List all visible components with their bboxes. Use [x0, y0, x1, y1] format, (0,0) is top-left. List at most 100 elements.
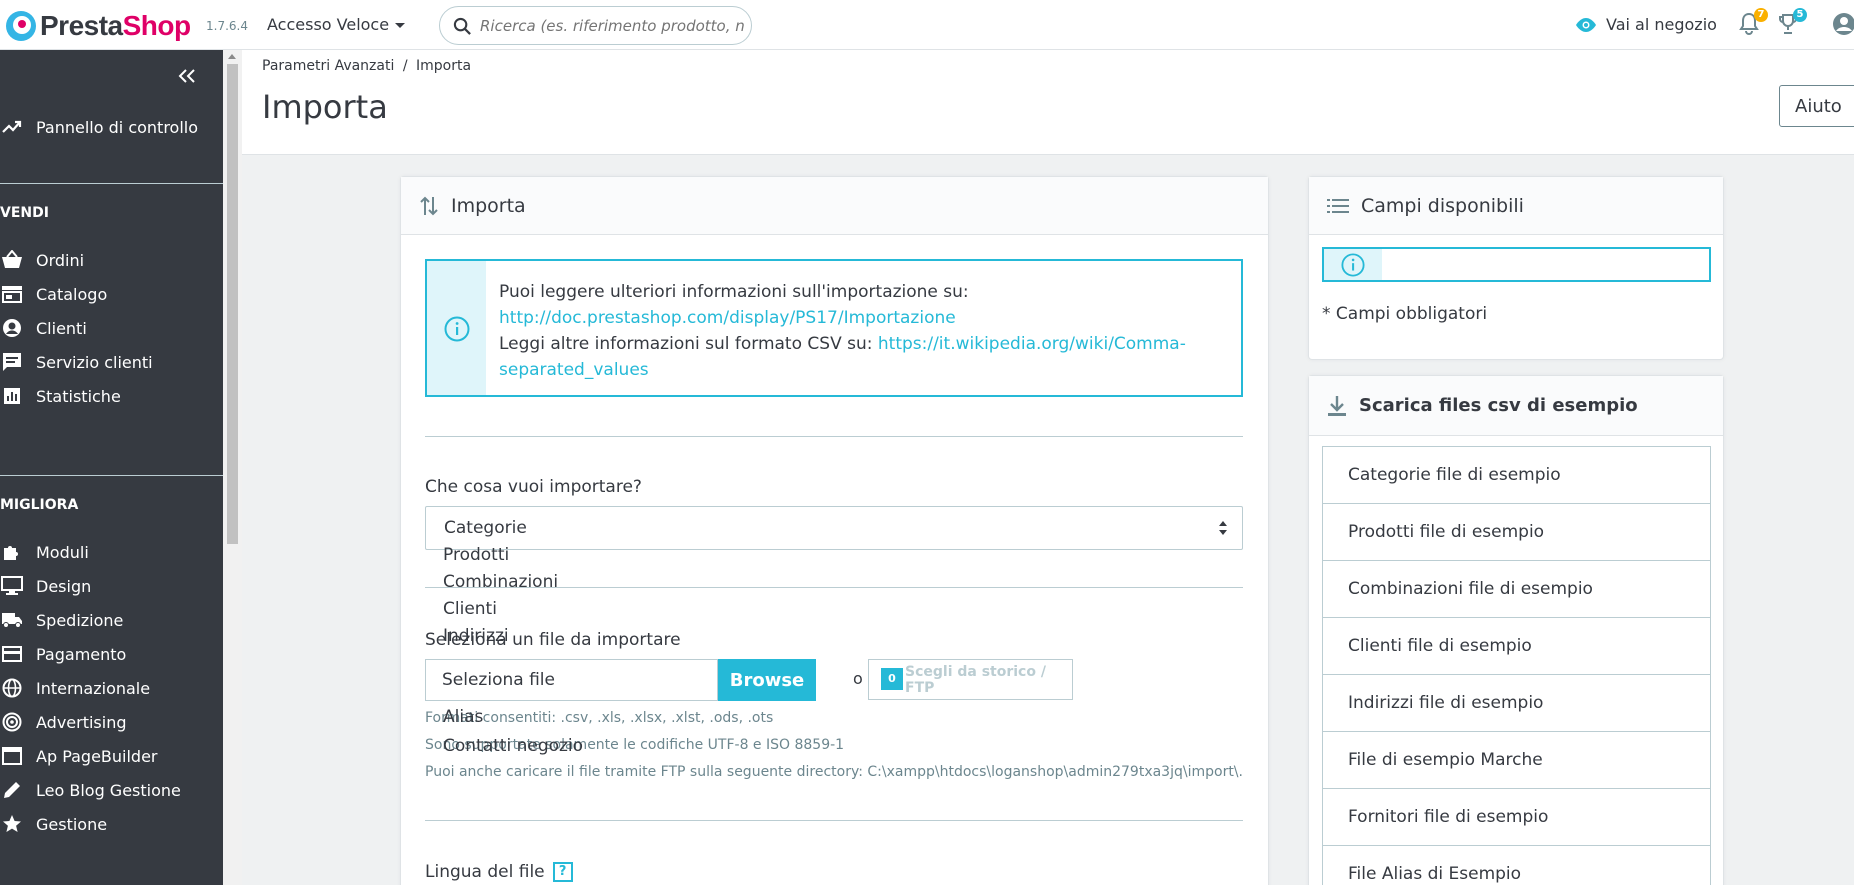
divider [425, 820, 1243, 821]
sample-file-addresses[interactable]: Indirizzi file di esempio [1322, 674, 1711, 732]
view-store-link[interactable]: Vai al negozio [1574, 15, 1717, 34]
view-store-label: Vai al negozio [1606, 15, 1717, 34]
employee-avatar[interactable] [1832, 12, 1854, 40]
notifications-button[interactable]: 7 [1738, 8, 1768, 40]
info-text-2: Leggi altre informazioni sul formato CSV… [499, 334, 873, 354]
history-button-label: Scegli da storico / FTP [905, 663, 1046, 696]
logo-text-presta: Presta [40, 10, 123, 41]
sidebar-item-label: Ordini [36, 250, 85, 270]
sample-files-header: Scarica files csv di esempio [1309, 376, 1723, 436]
sample-file-combinations[interactable]: Combinazioni file di esempio [1322, 560, 1711, 618]
star-icon [1, 813, 23, 835]
sidebar-item-label: Statistiche [36, 386, 121, 406]
download-icon [1328, 395, 1346, 416]
file-language-label-text: Lingua del file [425, 862, 545, 882]
info-text-1: Puoi leggere ulteriori informazioni sull… [499, 282, 969, 302]
sidebar-item-label: Leo Blog Gestione [36, 780, 181, 800]
file-select-label: Seleziona un file da importare [425, 630, 681, 650]
sidebar-item-label: Moduli [36, 542, 89, 562]
notification-count-badge: 7 [1754, 8, 1768, 22]
csv-wiki-link[interactable]: https://it.wikipedia.org/wiki/Comma- [878, 334, 1186, 354]
sidebar-item-label: Spedizione [36, 610, 124, 630]
prestashop-logo[interactable]: PrestaShop [6, 10, 191, 42]
sidebar-item-modules[interactable]: Moduli [0, 535, 223, 569]
import-entity-option[interactable]: Contatti negozio [443, 736, 583, 756]
store-icon [1, 283, 23, 305]
collapse-sidebar-button[interactable] [178, 64, 196, 88]
account-circle-icon [1833, 13, 1854, 35]
import-entity-select[interactable]: Categorie [425, 506, 1243, 550]
import-entity-option[interactable]: Combinazioni [443, 572, 558, 592]
import-entity-option[interactable]: Alias [443, 707, 483, 727]
import-doc-link[interactable]: http://doc.prestashop.com/display/PS17/I… [499, 308, 956, 328]
sidebar-item-shipping[interactable]: Spedizione [0, 603, 223, 637]
chart-icon [1, 385, 23, 407]
sidebar-item-leo-blog[interactable]: Leo Blog Gestione [0, 773, 223, 807]
info-icon [1341, 253, 1365, 277]
available-fields-title: Campi disponibili [1361, 194, 1524, 217]
scrollbar-thumb[interactable] [227, 64, 238, 544]
sidebar-item-orders[interactable]: Ordini [0, 243, 223, 277]
sidebar-divider [0, 475, 223, 476]
search-input[interactable] [480, 15, 745, 37]
quick-access-dropdown[interactable]: Accesso Veloce [267, 15, 406, 34]
sidebar-item-payment[interactable]: Pagamento [0, 637, 223, 671]
caret-down-icon [395, 23, 406, 28]
version-label: 1.7.6.4 [206, 19, 248, 33]
list-icon [1327, 198, 1349, 213]
sidebar-item-catalog[interactable]: Catalogo [0, 277, 223, 311]
pencil-icon [1, 779, 23, 801]
divider [425, 436, 1243, 437]
breadcrumb: Parametri Avanzati / Importa [262, 58, 471, 74]
logo-text-shop: Shop [122, 10, 192, 41]
sample-file-categories[interactable]: Categorie file di esempio [1322, 446, 1711, 504]
prestashop-logo-icon [6, 11, 36, 41]
scroll-up-arrow-icon[interactable] [228, 54, 236, 59]
achievements-button[interactable]: 5 [1777, 8, 1807, 40]
desktop-icon [1, 575, 23, 597]
help-question-icon[interactable]: ? [552, 862, 573, 882]
sample-file-customers[interactable]: Clienti file di esempio [1322, 617, 1711, 675]
sidebar-section-improve: MIGLIORA [0, 497, 79, 513]
sidebar-item-label: Catalogo [36, 284, 108, 304]
sidebar-item-dashboard[interactable]: Pannello di controllo [0, 110, 223, 144]
choose-from-history-button[interactable]: 0 Scegli da storico / FTP [868, 659, 1073, 700]
history-count-badge: 0 [881, 668, 903, 690]
sidebar-item-label: Gestione [36, 814, 108, 834]
sidebar-item-gestione[interactable]: Gestione [0, 807, 223, 841]
sample-file-suppliers[interactable]: Fornitori file di esempio [1322, 788, 1711, 846]
file-input[interactable]: Seleziona file [425, 659, 718, 701]
credit-card-icon [1, 643, 23, 665]
sidebar-item-advertising[interactable]: Advertising [0, 705, 223, 739]
sidebar-item-international[interactable]: Internazionale [0, 671, 223, 705]
available-fields-header: Campi disponibili [1309, 177, 1723, 235]
basket-icon [1, 249, 23, 271]
breadcrumb-item-import: Importa [416, 58, 472, 74]
browse-button[interactable]: Browse [718, 659, 816, 701]
search-box[interactable] [439, 6, 752, 45]
sidebar-item-stats[interactable]: Statistiche [0, 379, 223, 413]
sidebar-item-design[interactable]: Design [0, 569, 223, 603]
sidebar-scrollbar[interactable] [223, 50, 242, 885]
sidebar-divider [0, 183, 223, 184]
sample-file-brands[interactable]: File di esempio Marche [1322, 731, 1711, 789]
sidebar-item-customers[interactable]: Clienti [0, 311, 223, 345]
help-button[interactable]: Aiuto [1779, 85, 1854, 127]
sidebar-item-label: Clienti [36, 318, 87, 338]
sample-file-products[interactable]: Prodotti file di esempio [1322, 503, 1711, 561]
chat-icon [1, 351, 23, 373]
sidebar-item-customer-service[interactable]: Servizio clienti [0, 345, 223, 379]
sidebar-item-label: Ap PageBuilder [36, 746, 158, 766]
import-info-alert: Puoi leggere ulteriori informazioni sull… [425, 259, 1243, 397]
search-icon [453, 17, 471, 35]
ftp-directory-text: Puoi anche caricare il file tramite FTP … [425, 764, 1243, 780]
sample-file-alias[interactable]: File Alias di Esempio [1322, 845, 1711, 885]
import-entity-option[interactable]: Prodotti [443, 545, 509, 565]
globe-icon [1, 677, 23, 699]
import-entity-option[interactable]: Clienti [443, 599, 497, 619]
csv-wiki-link-continued[interactable]: separated_values [499, 360, 649, 380]
eye-icon [1576, 17, 1596, 32]
breadcrumb-item-advanced-params[interactable]: Parametri Avanzati [262, 58, 394, 74]
truck-icon [1, 609, 23, 631]
sidebar-item-ap-pagebuilder[interactable]: Ap PageBuilder [0, 739, 223, 773]
